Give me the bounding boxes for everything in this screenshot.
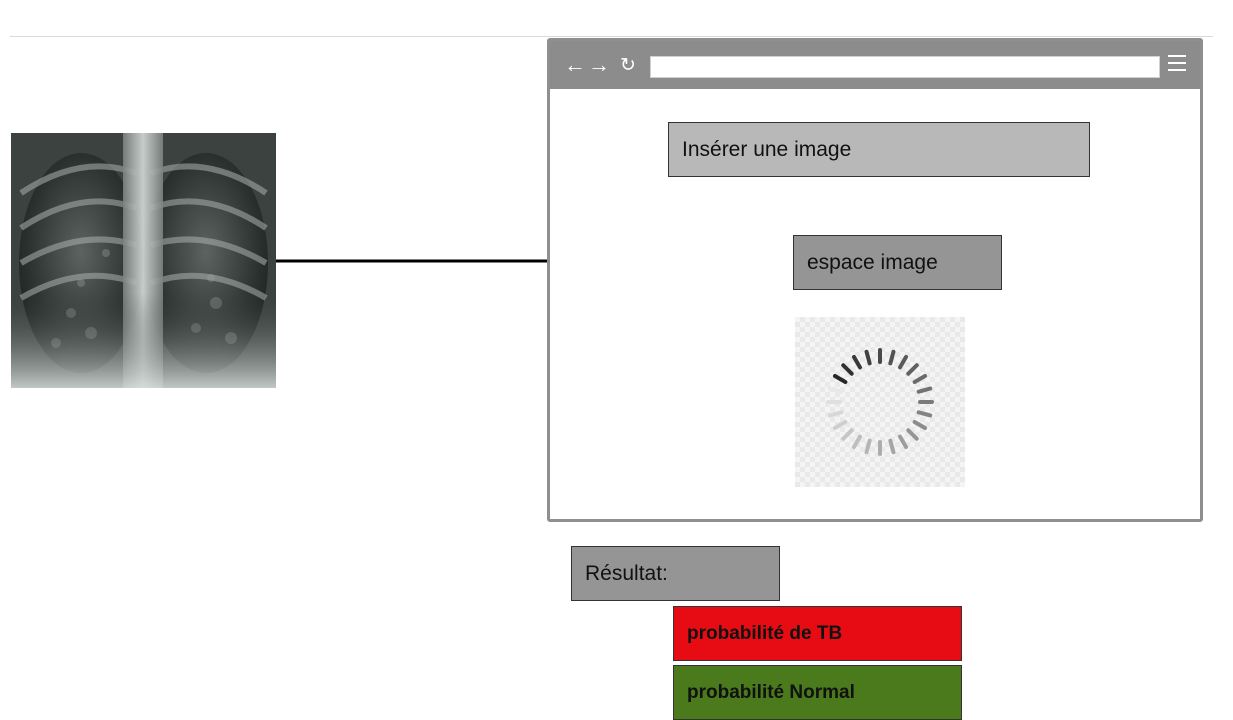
spinner-tick bbox=[852, 434, 862, 450]
spinner-tick bbox=[864, 349, 872, 366]
address-bar[interactable] bbox=[650, 56, 1160, 78]
insert-image-button[interactable]: Insérer une image bbox=[668, 122, 1090, 177]
chest-xray-image bbox=[11, 133, 276, 388]
spinner-tick bbox=[916, 386, 933, 394]
spinner-tick bbox=[888, 349, 896, 366]
tb-probability-badge: probabilité de TB bbox=[673, 606, 962, 661]
image-space: espace image bbox=[793, 235, 1002, 290]
spinner-tick bbox=[841, 428, 854, 441]
spinner-tick bbox=[906, 363, 919, 376]
result-label: Résultat: bbox=[571, 546, 780, 601]
loading-spinner-icon bbox=[795, 317, 965, 487]
spinner-tick bbox=[912, 420, 928, 430]
spinner-tick bbox=[898, 434, 908, 450]
browser-window: ← → ↻ Insérer une image espace image bbox=[547, 38, 1203, 522]
spinner-tick bbox=[912, 374, 928, 384]
hamburger-menu-icon[interactable] bbox=[1168, 55, 1186, 73]
spinner-tick bbox=[852, 354, 862, 370]
spinner-tick bbox=[864, 438, 872, 455]
back-button[interactable]: ← bbox=[564, 53, 586, 77]
spinner-tick bbox=[841, 363, 854, 376]
spinner-tick bbox=[916, 410, 933, 418]
spinner-tick bbox=[888, 438, 896, 455]
reload-button[interactable]: ↻ bbox=[620, 54, 636, 78]
spinner-tick bbox=[906, 428, 919, 441]
forward-button[interactable]: → bbox=[588, 53, 610, 77]
spinner-tick bbox=[832, 374, 848, 384]
browser-toolbar: ← → ↻ bbox=[550, 41, 1200, 89]
spinner-tick bbox=[827, 386, 844, 394]
spinner-tick bbox=[898, 354, 908, 370]
spinner-tick bbox=[832, 420, 848, 430]
top-divider bbox=[10, 36, 1213, 37]
spinner-tick bbox=[827, 410, 844, 418]
normal-probability-badge: probabilité Normal bbox=[673, 665, 962, 720]
